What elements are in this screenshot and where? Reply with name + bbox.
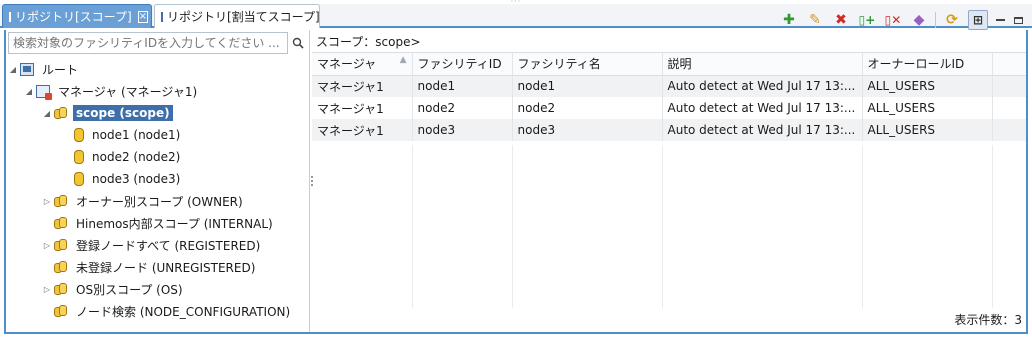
table-cell: マネージャ1 (312, 97, 413, 119)
tab-repository-assigned-scope[interactable]: リポジトリ[割当てスコープ] (154, 4, 320, 28)
tree-item-root[interactable]: ◢ ルート (8, 59, 81, 79)
scope-icon (54, 216, 68, 230)
table-cell: Auto detect at Wed Jul 17 13:... (662, 75, 863, 97)
search-icon[interactable] (290, 34, 306, 52)
tab-label: リポジトリ[スコープ] (15, 10, 132, 24)
tree-item-node3[interactable]: node3 (node3) (72, 169, 183, 189)
assign-node-icon[interactable]: ▯+ (857, 10, 877, 30)
table-cell: node3 (512, 119, 663, 141)
table-cell: マネージャ1 (312, 119, 413, 141)
scope-tree-pane: ◢ ルート ◢ マネージャ (マネージャ1) ◢ scope (scope) n… (6, 30, 310, 332)
root-icon (20, 62, 34, 76)
tab-label: リポジトリ[割当てスコープ] (167, 10, 320, 24)
expand-arrow-icon[interactable]: ▷ (42, 241, 52, 250)
manager-icon (36, 84, 52, 100)
table-cell: ALL_USERS (862, 119, 993, 141)
tree-item-owner[interactable]: ▷ オーナー別スコープ (OWNER) (42, 191, 246, 211)
sort-ascending-icon: ▲ (399, 55, 407, 66)
column-header-facility-name[interactable]: ファシリティ名 (512, 53, 663, 76)
table-cell: node3 (412, 119, 513, 141)
collapse-arrow-icon[interactable]: ◢ (24, 87, 34, 96)
view-tab-bar: リポジトリ[スコープ] × リポジトリ[割当てスコープ] ✚ ✎ ✖ ▯+ ▯✕… (0, 4, 1032, 30)
tree-item-node2[interactable]: node2 (node2) (72, 147, 183, 167)
table-cell: node1 (512, 75, 663, 97)
view-toolbar: ✚ ✎ ✖ ▯+ ▯✕ ◆ ⟳ ⊞ (779, 10, 1024, 30)
table-cell: マネージャ1 (312, 75, 413, 97)
minimize-icon[interactable] (994, 14, 1006, 26)
table-empty-area (312, 145, 1026, 308)
table-cell: ALL_USERS (862, 97, 993, 119)
delete-icon[interactable]: ✖ (831, 10, 851, 30)
expand-arrow-icon[interactable]: ▷ (42, 197, 52, 206)
table-cell-filler (992, 97, 1026, 119)
scope-icon (54, 260, 68, 274)
column-header-manager[interactable]: マネージャ ▲ (312, 53, 413, 76)
expand-arrow-icon[interactable]: ▷ (42, 285, 52, 294)
refresh-icon[interactable]: ⟳ (942, 10, 962, 30)
tree-item-os[interactable]: ▷ OS別スコープ (OS) (42, 279, 186, 299)
tree-item-unregistered[interactable]: 未登録ノード (UNREGISTERED) (52, 257, 258, 277)
table-cell: node1 (412, 75, 513, 97)
tab-repository-scope[interactable]: リポジトリ[スコープ] × (2, 4, 152, 28)
release-node-icon[interactable]: ▯✕ (883, 10, 903, 30)
collapse-arrow-icon[interactable]: ◢ (8, 65, 18, 74)
facility-list-pane: スコープ：scope> マネージャ ▲ ファシリティID ファシリティ名 説明 オ… (312, 30, 1026, 332)
column-header-owner-role-id[interactable]: オーナーロールID (862, 53, 993, 76)
tree-item-manager[interactable]: ◢ マネージャ (マネージャ1) (24, 81, 200, 101)
scope-icon (54, 282, 68, 296)
table-row[interactable]: マネージャ1 node3 node3 Auto detect at Wed Ju… (312, 119, 1026, 141)
table-row[interactable]: マネージャ1 node2 node2 Auto detect at Wed Ju… (312, 97, 1026, 119)
tree-item-registered[interactable]: ▷ 登録ノードすべて (REGISTERED) (42, 235, 263, 255)
table-cell: Auto detect at Wed Jul 17 13:... (662, 119, 863, 141)
edit-icon[interactable]: ✎ (805, 10, 825, 30)
node-icon (74, 128, 84, 142)
tree-item-internal[interactable]: Hinemos内部スコープ (INTERNAL) (52, 213, 276, 233)
table-cell: node2 (412, 97, 513, 119)
tree-view-icon[interactable]: ⊞ (968, 10, 988, 30)
display-count-label: 表示件数：3 (954, 313, 1022, 327)
toolbar-separator (935, 12, 936, 28)
add-icon[interactable]: ✚ (779, 10, 799, 30)
column-header-description[interactable]: 説明 (662, 53, 863, 76)
scope-path-label: スコープ：scope> (316, 35, 421, 49)
view-icon (9, 11, 11, 22)
maximize-icon[interactable] (1012, 14, 1024, 26)
close-icon[interactable]: × (137, 10, 149, 23)
scope-icon (54, 238, 68, 252)
table-cell: node2 (512, 97, 663, 119)
collapse-arrow-icon[interactable]: ◢ (42, 109, 52, 118)
tree-item-scope[interactable]: ◢ scope (scope) (42, 103, 173, 123)
scope-icon (54, 304, 68, 318)
column-header-filler (992, 53, 1026, 76)
node-icon (74, 172, 84, 186)
table-cell: ALL_USERS (862, 75, 993, 97)
facility-table: マネージャ ▲ ファシリティID ファシリティ名 説明 オーナーロールID マネー… (312, 52, 1026, 308)
column-header-facility-id[interactable]: ファシリティID (412, 53, 513, 76)
table-row[interactable]: マネージャ1 node1 node1 Auto detect at Wed Ju… (312, 75, 1026, 97)
view-content: ◢ ルート ◢ マネージャ (マネージャ1) ◢ scope (scope) n… (4, 30, 1028, 334)
tree-item-node1[interactable]: node1 (node1) (72, 125, 183, 145)
scope-icon (54, 194, 68, 208)
table-cell-filler (992, 75, 1026, 97)
tree-item-node-configuration[interactable]: ノード検索 (NODE_CONFIGURATION) (52, 301, 293, 321)
table-cell-filler (992, 119, 1026, 141)
facility-search-input[interactable] (8, 32, 288, 54)
scope-icon (54, 106, 68, 120)
view-icon (161, 11, 163, 22)
clear-icon[interactable]: ◆ (909, 10, 929, 30)
table-cell: Auto detect at Wed Jul 17 13:... (662, 97, 863, 119)
node-icon (74, 150, 84, 164)
